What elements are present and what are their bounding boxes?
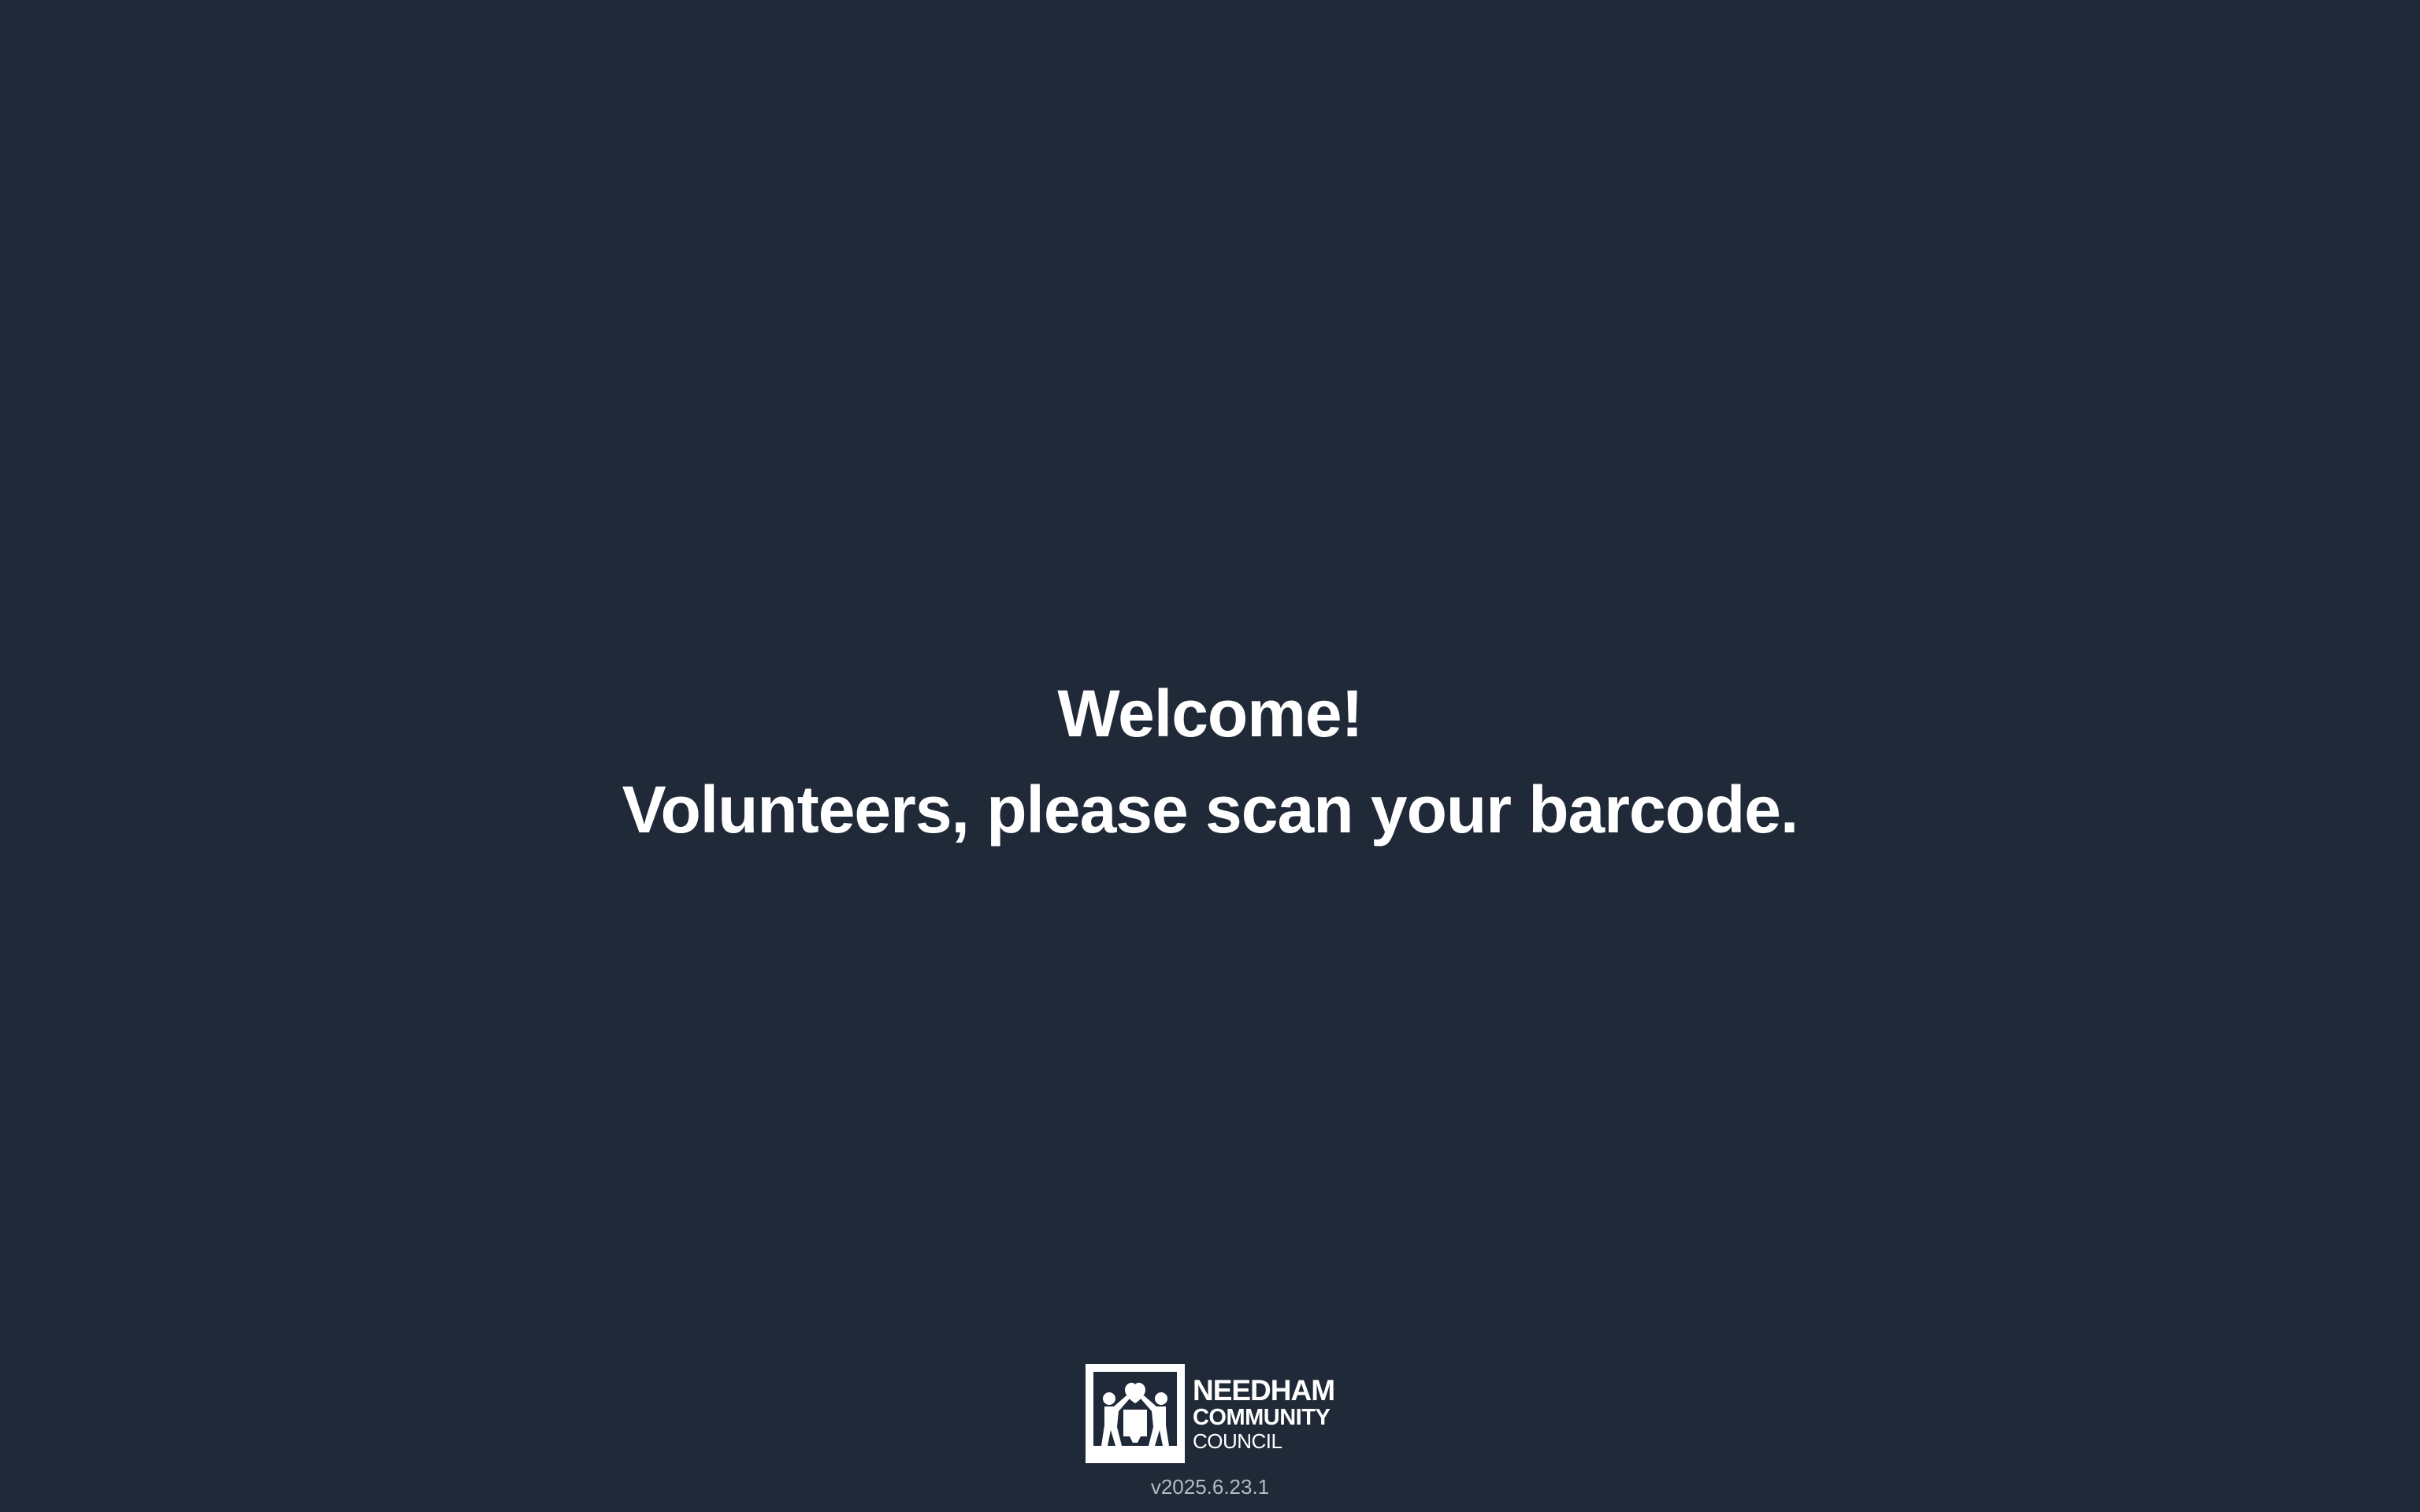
app-version: v2025.6.23.1 [1150, 1475, 1270, 1499]
welcome-heading: Welcome! [1057, 676, 1363, 750]
organization-logo: NEEDHAM COMMUNITY COUNCIL [1085, 1364, 1335, 1463]
kiosk-welcome-screen: Welcome! Volunteers, please scan your ba… [0, 0, 2420, 1512]
footer: NEEDHAM COMMUNITY COUNCIL v2025.6.23.1 [0, 1364, 2420, 1499]
scan-instruction: Volunteers, please scan your barcode. [622, 773, 1799, 847]
welcome-message: Welcome! Volunteers, please scan your ba… [0, 665, 2420, 858]
logo-text-council: COUNCIL [1192, 1429, 1282, 1453]
logo-text-community: COMMUNITY [1192, 1405, 1331, 1430]
organization-name: NEEDHAM COMMUNITY COUNCIL [1192, 1374, 1335, 1453]
logo-text-needham: NEEDHAM [1192, 1374, 1335, 1406]
people-heart-logo-icon [1085, 1364, 1185, 1463]
